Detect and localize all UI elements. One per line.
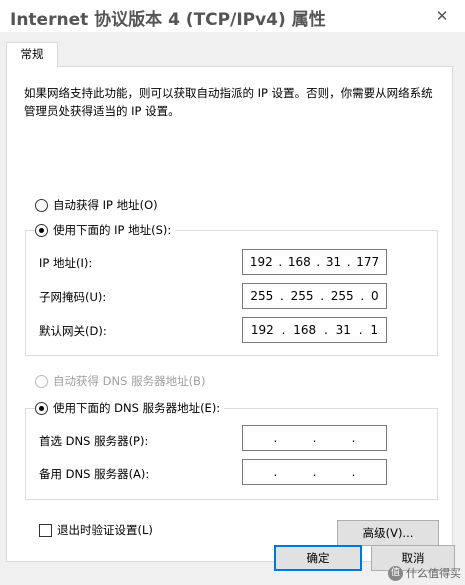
manual-ip-option[interactable]: 使用下面的 IP 地址(S):: [35, 222, 176, 238]
auto-dns-radio[interactable]: [35, 374, 48, 388]
close-icon[interactable]: ✕: [431, 6, 453, 26]
dialog-body: 常规 如果网络支持此功能，则可以获取自动指派的 IP 设置。否则，你需要从网络系…: [0, 32, 465, 585]
general-panel: 如果网络支持此功能，则可以获取自动指派的 IP 设置。否则，你需要从网络系统管理…: [6, 66, 453, 562]
octet: 177: [356, 255, 380, 269]
tab-general[interactable]: 常规: [6, 42, 58, 67]
manual-dns-option[interactable]: 使用下面的 DNS 服务器地址(E):: [35, 400, 225, 416]
octet: 255: [290, 289, 314, 303]
manual-ip-radio[interactable]: [35, 223, 48, 237]
octet: 1: [370, 323, 378, 337]
watermark-text: 什么值得买: [406, 567, 461, 580]
octet: 168: [287, 255, 311, 269]
manual-dns-radio[interactable]: [35, 401, 48, 415]
validate-on-exit-option[interactable]: 退出时验证设置(L): [39, 522, 153, 538]
description-text: 如果网络支持此功能，则可以获取自动指派的 IP 设置。否则，你需要从网络系统管理…: [24, 86, 433, 118]
octet: 168: [293, 323, 317, 337]
auto-ip-label: 自动获得 IP 地址(O): [53, 198, 158, 212]
watermark-logo: 值: [388, 565, 403, 581]
validate-on-exit-label: 退出时验证设置(L): [57, 523, 153, 537]
default-gateway-label: 默认网关(D):: [39, 324, 107, 338]
preferred-dns-label: 首选 DNS 服务器(P):: [39, 434, 149, 448]
octet: 0: [370, 289, 379, 303]
window-title: Internet 协议版本 4 (TCP/IPv4) 属性: [10, 10, 326, 30]
ok-button[interactable]: 确定: [274, 545, 362, 571]
ip-address-label: IP 地址(I):: [39, 256, 93, 270]
octet: 31: [325, 255, 342, 269]
subnet-mask-label: 子网掩码(U):: [39, 290, 107, 304]
octet: 192: [250, 323, 274, 337]
auto-dns-option[interactable]: 自动获得 DNS 服务器地址(B): [35, 373, 210, 389]
manual-dns-label: 使用下面的 DNS 服务器地址(E):: [53, 401, 221, 415]
manual-ip-label: 使用下面的 IP 地址(S):: [53, 223, 172, 237]
preferred-dns-input[interactable]: . . .: [242, 425, 387, 451]
alternate-dns-label: 备用 DNS 服务器(A):: [39, 467, 150, 481]
ip-address-input[interactable]: 192. 168. 31. 177: [242, 249, 387, 275]
manual-dns-group: [25, 408, 438, 500]
subnet-mask-input[interactable]: 255. 255. 255. 0: [242, 283, 387, 309]
octet: 255: [250, 289, 274, 303]
validate-on-exit-checkbox[interactable]: [39, 523, 52, 537]
advanced-button[interactable]: 高级(V)...: [337, 520, 439, 546]
default-gateway-input[interactable]: 192. 168. 31. 1: [242, 317, 387, 343]
auto-ip-radio[interactable]: [35, 198, 48, 212]
octet: 31: [335, 323, 351, 337]
auto-ip-option[interactable]: 自动获得 IP 地址(O): [35, 197, 162, 213]
alternate-dns-input[interactable]: . . .: [242, 459, 387, 485]
octet: 192: [249, 255, 273, 269]
octet: 255: [330, 289, 354, 303]
watermark: 值 什么值得买: [388, 565, 461, 581]
auto-dns-label: 自动获得 DNS 服务器地址(B): [53, 374, 206, 388]
title-bar: Internet 协议版本 4 (TCP/IPv4) 属性 ✕: [0, 0, 465, 32]
